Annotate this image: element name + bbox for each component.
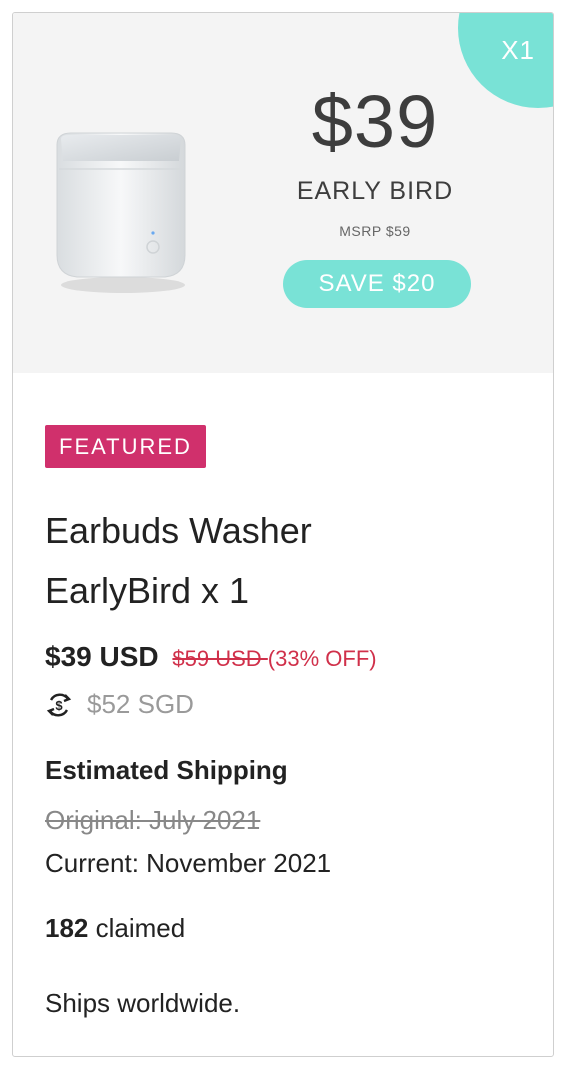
shipping-current-date: Current: November 2021 xyxy=(45,848,332,878)
perk-title-line-1: Earbuds Washer xyxy=(45,510,312,551)
shipping-original-date: Original: July 2021 xyxy=(45,805,261,835)
featured-badge: FEATURED xyxy=(45,425,206,468)
earbuds-washer-image xyxy=(56,132,186,293)
claimed-label: claimed xyxy=(88,913,186,943)
hero-tier-label: EARLY BIRD xyxy=(296,177,454,205)
perk-card[interactable]: X1 $39 EARLY BIRD MSRP $59 SAVE $20 FEAT… xyxy=(12,12,554,1057)
hero-banner: X1 $39 EARLY BIRD MSRP $59 SAVE $20 xyxy=(13,13,553,373)
current-price: $39 USD xyxy=(45,641,159,672)
claimed-count-row: 182 claimed xyxy=(45,913,185,944)
currency-convert-icon: $ xyxy=(46,693,72,716)
hero-price: $39 xyxy=(311,80,439,163)
converted-price-row: $ $52 SGD xyxy=(45,689,194,720)
claimed-count: 182 xyxy=(45,913,89,943)
perk-title-line-2: EarlyBird x 1 xyxy=(45,570,250,611)
discount-percent: (33% OFF) xyxy=(267,646,377,671)
perk-title: Earbuds Washer EarlyBird x 1 xyxy=(45,501,525,621)
save-pill: SAVE $20 xyxy=(283,260,471,308)
original-price: $59 USD xyxy=(172,646,268,671)
svg-text:$: $ xyxy=(55,698,63,713)
quantity-corner-label: X1 xyxy=(501,35,535,65)
hero-msrp: MSRP $59 xyxy=(339,223,411,239)
ships-worldwide-note: Ships worldwide. xyxy=(45,988,241,1018)
converted-price: $52 SGD xyxy=(87,689,194,719)
price-row: $39 USD $59 USD (33% OFF) xyxy=(45,641,377,673)
shipping-heading: Estimated Shipping xyxy=(45,755,288,785)
